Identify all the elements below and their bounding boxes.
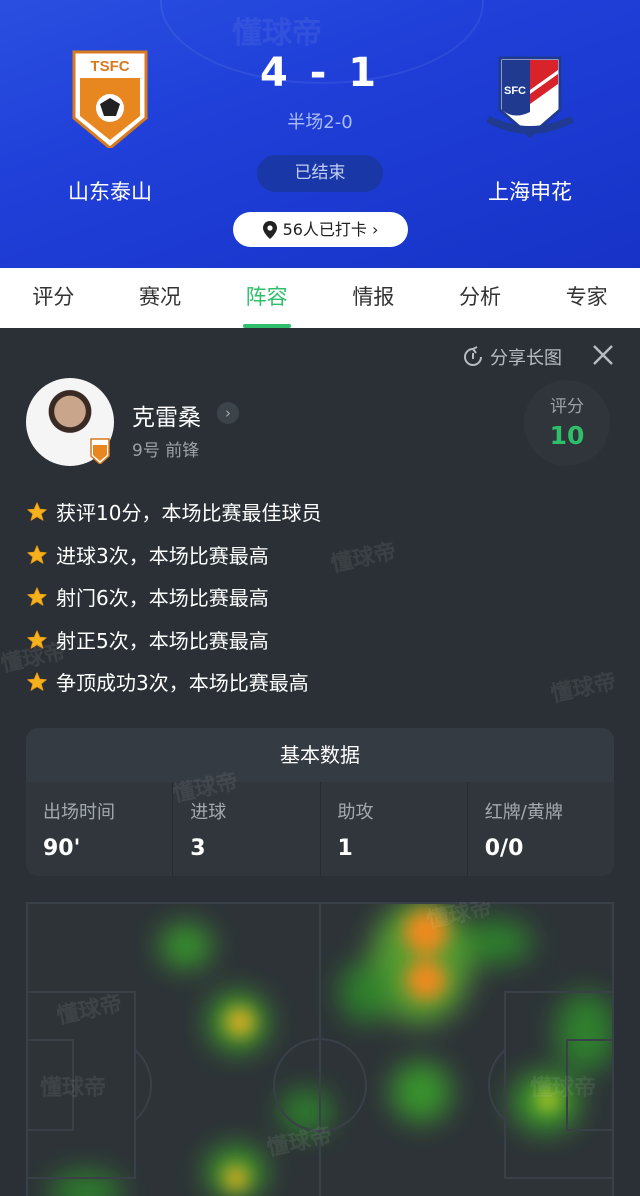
svg-text:SFC: SFC	[504, 85, 526, 97]
header-watermark: 懂球帝	[232, 16, 322, 51]
home-team-name[interactable]: 山东泰山	[30, 176, 190, 206]
halftime-score: 半场2-0	[287, 112, 353, 133]
achievement-item: 进球3次，本场比赛最高	[26, 540, 269, 569]
match-header: 懂球帝 TSFC 山东泰山 4 - 1 半场2-0 已结束 56人已打卡 › S…	[0, 0, 640, 268]
share-long-image-button[interactable]: 分享长图	[462, 344, 562, 370]
stat-minutes: 出场时间 90'	[26, 782, 174, 876]
achievement-text: 获评10分，本场比赛最佳球员	[56, 501, 322, 525]
tab-rating[interactable]: 评分	[0, 268, 107, 328]
star-icon	[27, 544, 47, 564]
player-rating: 评分 10	[524, 380, 610, 466]
share-label: 分享长图	[490, 348, 562, 369]
star-icon	[27, 671, 47, 691]
achievement-text: 争顶成功3次，本场比赛最高	[56, 671, 309, 695]
tab-live[interactable]: 赛况	[107, 268, 214, 328]
achievement-text: 射门6次，本场比赛最高	[56, 586, 269, 610]
tab-expert[interactable]: 专家	[533, 268, 640, 328]
chevron-right-icon[interactable]: ›	[217, 402, 239, 424]
stat-value: 90'	[43, 836, 81, 861]
tab-lineup[interactable]: 阵容	[213, 268, 320, 328]
tab-intel[interactable]: 情报	[320, 268, 427, 328]
player-name[interactable]: 克雷桑	[132, 398, 201, 432]
rating-value: 10	[549, 421, 585, 450]
achievement-text: 进球3次，本场比赛最高	[56, 544, 269, 568]
location-pin-icon	[262, 220, 277, 239]
stat-cards: 红牌/黄牌 0/0	[468, 782, 614, 876]
star-icon	[27, 586, 47, 606]
achievement-item: 获评10分，本场比赛最佳球员	[26, 497, 321, 526]
basic-stats-panel: 基本数据 出场时间 90' 进球 3 助攻 1 红牌/黄牌 0/0	[26, 728, 614, 876]
stat-label: 红牌/黄牌	[484, 802, 563, 823]
stat-label: 进球	[190, 802, 227, 823]
home-team-logo[interactable]: TSFC	[72, 50, 148, 148]
rating-label: 评分	[550, 397, 584, 417]
score: 4 - 1	[259, 50, 381, 96]
watermark: 懂球帝	[530, 1076, 597, 1101]
watermark: 懂球帝	[328, 539, 399, 578]
achievement-text: 射正5次，本场比赛最高	[56, 629, 269, 653]
stat-value: 1	[337, 836, 353, 861]
stat-value: 0/0	[484, 836, 524, 861]
stat-assists: 助攻 1	[321, 782, 468, 876]
player-number-position: 9号 前锋	[132, 441, 200, 461]
svg-text:TSFC: TSFC	[90, 58, 129, 75]
checkin-button[interactable]: 56人已打卡 ›	[233, 212, 408, 247]
watermark: 懂球帝	[548, 669, 619, 708]
watermark: 懂球帝	[40, 1076, 107, 1101]
close-icon[interactable]	[590, 342, 616, 368]
match-status-badge: 已结束	[257, 155, 383, 192]
share-icon	[464, 346, 482, 366]
stat-label: 助攻	[337, 802, 374, 823]
achievement-item: 争顶成功3次，本场比赛最高	[26, 667, 309, 696]
stat-label: 出场时间	[43, 802, 115, 823]
tab-analysis[interactable]: 分析	[427, 268, 534, 328]
achievement-item: 射门6次，本场比赛最高	[26, 582, 269, 611]
star-icon	[27, 501, 47, 521]
checkin-label: 56人已打卡 ›	[282, 220, 379, 239]
team-badge-icon	[90, 438, 110, 464]
stat-value: 3	[190, 836, 206, 861]
tab-bar: 评分 赛况 阵容 情报 分析 专家	[0, 268, 640, 328]
heatmap-pitch: 懂球帝 懂球帝 懂球帝 懂球帝 懂球帝	[26, 902, 614, 1196]
away-team-name[interactable]: 上海申花	[450, 176, 610, 206]
stats-title: 基本数据	[26, 728, 614, 782]
away-team-logo[interactable]: SFC	[484, 50, 576, 146]
